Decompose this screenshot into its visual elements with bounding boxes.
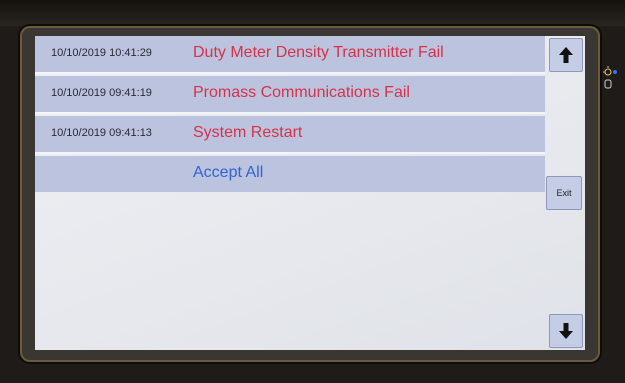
hmi-screen: 10/10/2019 10:41:29 Duty Meter Density T… bbox=[35, 36, 585, 350]
alarm-message: Duty Meter Density Transmitter Fail bbox=[193, 44, 444, 61]
device-bezel bbox=[0, 0, 625, 26]
alarm-message: Promass Communications Fail bbox=[193, 84, 410, 101]
exit-button[interactable]: Exit bbox=[546, 176, 582, 210]
scroll-up-button[interactable] bbox=[549, 38, 583, 72]
arrow-down-icon bbox=[559, 323, 573, 339]
accept-all-row: Accept All bbox=[35, 156, 545, 192]
alarm-row[interactable]: 10/10/2019 09:41:13 System Restart bbox=[35, 116, 545, 154]
accept-all-button[interactable]: Accept All bbox=[193, 164, 263, 182]
alarm-timestamp: 10/10/2019 09:41:13 bbox=[51, 127, 152, 139]
alarm-row[interactable]: 10/10/2019 10:41:29 Duty Meter Density T… bbox=[35, 36, 545, 74]
arrow-up-icon bbox=[559, 47, 573, 63]
alarm-row[interactable]: 10/10/2019 09:41:19 Promass Communicatio… bbox=[35, 76, 545, 114]
alarm-message: System Restart bbox=[193, 124, 303, 141]
scroll-down-button[interactable] bbox=[549, 314, 583, 348]
alarm-timestamp: 10/10/2019 10:41:29 bbox=[51, 47, 152, 59]
exit-label: Exit bbox=[556, 188, 572, 198]
alarm-timestamp: 10/10/2019 09:41:19 bbox=[51, 87, 152, 99]
led-indicator-icon bbox=[603, 66, 617, 89]
